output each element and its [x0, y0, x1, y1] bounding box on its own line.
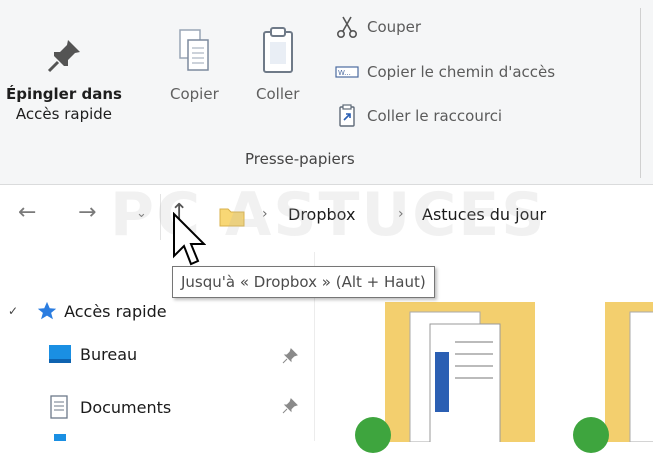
clipboard-group-label: Presse-papiers: [245, 150, 355, 168]
copy-label: Copier: [170, 85, 219, 103]
paste-shortcut-label: Coller le raccourci: [367, 107, 503, 125]
up-button-tooltip: Jusqu'à « Dropbox » (Alt + Haut): [172, 266, 435, 298]
pin-label-line2: Accès rapide: [15, 105, 113, 123]
back-icon[interactable]: ←: [18, 200, 36, 225]
forward-icon[interactable]: →: [78, 200, 96, 225]
pinned-icon: [282, 348, 298, 364]
quick-access-item[interactable]: ✓ Accès rapide: [8, 300, 167, 322]
copy-path-button[interactable]: W... Copier le chemin d'accès: [335, 63, 555, 81]
cut-label: Couper: [367, 18, 422, 36]
folder-thumbnail[interactable]: [605, 292, 653, 442]
pin-quick-access-button[interactable]: Épingler dans Accès rapide: [6, 24, 122, 124]
sidebar-item-documents[interactable]: Documents: [48, 395, 171, 419]
paste-label: Coller: [256, 85, 300, 103]
paste-shortcut-icon: [339, 104, 355, 127]
star-icon: [37, 301, 57, 320]
cut-button[interactable]: Couper: [335, 15, 421, 39]
copy-path-icon: W...: [335, 66, 359, 78]
folder-thumbnail[interactable]: [385, 292, 535, 445]
paste-button[interactable]: Coller: [256, 24, 299, 104]
pinned-icon: [282, 398, 298, 414]
sidebar-item-label: Bureau: [80, 344, 138, 364]
sidebar-item-label: Documents: [80, 397, 172, 417]
pin-label-line1: Épingler dans: [6, 85, 122, 103]
desktop-icon: [49, 345, 71, 363]
documents-icon: [50, 395, 68, 419]
ribbon: Épingler dans Accès rapide Copier Coller: [0, 0, 653, 185]
copy-button[interactable]: Copier: [170, 24, 219, 104]
copy-path-label: Copier le chemin d'accès: [367, 63, 556, 81]
sidebar-item-partial[interactable]: [54, 434, 66, 441]
breadcrumb-separator-icon: ›: [262, 206, 268, 222]
svg-text:W...: W...: [338, 69, 351, 77]
breadcrumb-item[interactable]: Dropbox: [288, 205, 355, 224]
folder-icon: [219, 208, 245, 227]
ribbon-divider: [640, 8, 641, 178]
recent-locations-chevron-icon[interactable]: ⌄: [136, 206, 147, 221]
copy-icon: [176, 24, 212, 76]
breadcrumb-separator-icon: ›: [398, 206, 404, 222]
sync-status-icon: [355, 417, 391, 453]
breadcrumb-item[interactable]: Astuces du jour: [422, 205, 546, 224]
quick-access-label: Accès rapide: [64, 301, 167, 321]
clipboard-icon: [258, 24, 298, 76]
scissors-icon: [336, 16, 358, 39]
sidebar-item-bureau[interactable]: Bureau: [48, 344, 137, 364]
expand-chevron-icon[interactable]: ✓: [8, 304, 18, 318]
mouse-cursor-icon: [173, 212, 206, 266]
paste-shortcut-button[interactable]: Coller le raccourci: [335, 104, 502, 128]
pin-icon: [44, 24, 84, 76]
sync-status-icon: [573, 417, 609, 453]
